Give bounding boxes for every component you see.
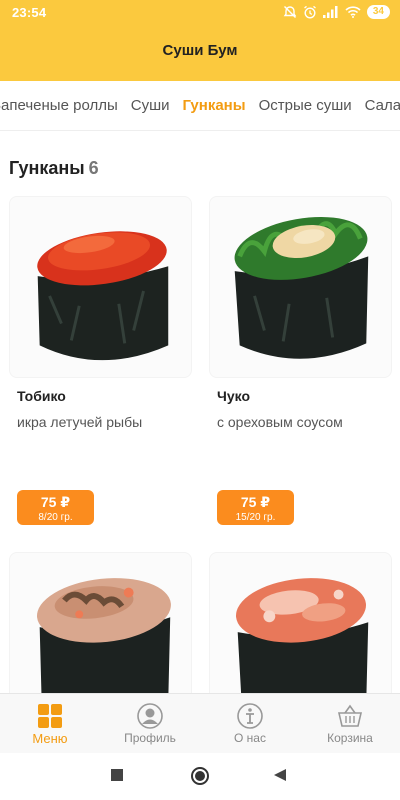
nav-about-label: О нас [234,731,266,745]
bottom-navigation: Меню Профиль О нас Корзина [0,693,400,753]
nav-cart[interactable]: Корзина [300,694,400,753]
product-card[interactable] [9,552,192,693]
home-icon[interactable] [190,766,210,786]
product-weight: 15/20 гр. [235,512,276,523]
tab-baked-rolls[interactable]: Запеченые роллы [0,97,118,114]
product-description: икра летучей рыбы [17,414,143,430]
product-price: 75 ₽ [40,494,71,510]
category-tabs-track: Запеченые роллы Суши Гунканы Острые суши… [0,97,400,114]
product-card-tobiko[interactable]: Тобико икра летучей рыбы 75 ₽ 8/20 гр. [9,196,192,531]
tab-gunkan[interactable]: Гунканы [183,97,246,114]
nav-cart-label: Корзина [327,731,373,745]
product-image[interactable] [9,552,192,693]
nav-menu-label: Меню [32,731,68,746]
wifi-icon [345,6,361,18]
gunkan-chuko-image [234,216,369,359]
section-title: Гунканы 6 [9,158,99,179]
status-bar: 23:54 34 [0,0,400,26]
category-tabs[interactable]: Запеченые роллы Суши Гунканы Острые суши… [0,81,400,131]
basket-icon [337,704,363,727]
product-card-chuko[interactable]: Чуко с ореховым соусом 75 ₽ 15/20 гр. [209,196,392,531]
status-icons: 34 [283,5,390,19]
tab-spicy-sushi[interactable]: Острые суши [259,97,352,114]
nav-profile-label: Профиль [124,731,176,745]
tab-salads[interactable]: Салаты [365,97,400,114]
product-card[interactable] [209,552,392,693]
tab-sushi[interactable]: Суши [131,97,170,114]
product-description: с ореховым соусом [217,414,343,430]
signal-icon [322,6,338,18]
app-header: 23:54 34 Суши Бум [0,0,400,81]
status-time: 23:54 [12,5,47,20]
gunkan-tobiko-image [37,231,169,361]
nav-profile[interactable]: Профиль [100,694,200,753]
price-badge[interactable]: 75 ₽ 8/20 гр. [17,490,94,525]
nav-menu[interactable]: Меню [0,694,100,753]
product-price: 75 ₽ [240,494,271,510]
system-navigation-bar [0,753,400,800]
mute-icon [283,6,297,18]
nav-about[interactable]: О нас [200,694,300,753]
gunkan-shrimp-image [235,578,369,693]
product-image[interactable] [209,552,392,693]
product-name: Чуко [217,388,250,404]
product-weight: 8/20 гр. [38,512,73,523]
gunkan-spicy-image [36,578,171,693]
profile-icon [137,703,163,729]
recent-apps-icon[interactable] [110,768,124,782]
product-image-chuko[interactable] [209,196,392,378]
section-title-text: Гунканы [9,158,85,178]
about-icon [237,703,263,729]
section-count: 6 [88,158,99,178]
menu-grid-icon [38,704,62,728]
product-name: Тобико [17,388,66,404]
battery-indicator: 34 [366,5,390,19]
alarm-icon [303,5,316,19]
app-title: Суши Бум [162,42,238,59]
product-image-tobiko[interactable] [9,196,192,378]
price-badge[interactable]: 75 ₽ 15/20 гр. [217,490,294,525]
back-icon[interactable] [273,768,287,782]
